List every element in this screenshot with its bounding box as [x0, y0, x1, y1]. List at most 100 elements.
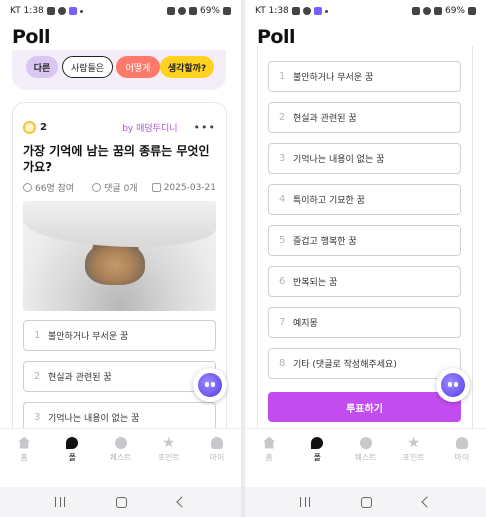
poll-option[interactable]: 2 현실과 관련된 꿈 [268, 102, 461, 133]
banner-chip: 사람들은 [62, 56, 113, 78]
option-label: 불안하거나 무서운 꿈 [48, 332, 129, 342]
author-name[interactable]: by 매덩두디니 [122, 121, 177, 134]
rank-number: 2 [40, 121, 47, 133]
quest-icon [359, 436, 372, 449]
participants-count: 66명 참여 [23, 181, 74, 194]
bottom-tab-bar: 홈 폴 퀘스트 포인트 마이 [245, 428, 486, 470]
option-label: 현실과 관련된 꿈 [48, 373, 112, 383]
bottom-tab-bar: 홈 폴 퀘스트 포인트 마이 [0, 428, 241, 470]
participants-label: 66명 참여 [35, 184, 75, 194]
point-icon [407, 436, 420, 448]
page-title: Poll [12, 26, 51, 48]
tab-home[interactable]: 홈 [245, 429, 293, 470]
poll-option[interactable]: 1 불안하거나 무서운 꿈 [23, 320, 216, 351]
tab-label: 마이 [454, 452, 470, 462]
tab-label: 포인트 [402, 452, 425, 462]
option-label: 기억나는 내용이 없는 꿈 [293, 155, 385, 165]
chatbot-button[interactable] [193, 368, 227, 402]
poll-option[interactable]: 4 특이하고 기묘한 꿈 [268, 184, 461, 215]
tab-my[interactable]: 마이 [193, 429, 241, 470]
recent-apps-icon[interactable] [55, 497, 66, 507]
comment-count[interactable]: 댓글 0개 [92, 181, 138, 194]
banner-chip: 다른 [26, 56, 58, 78]
battery-icon [468, 7, 476, 15]
tab-quest[interactable]: 퀘스트 [96, 429, 144, 470]
chatbot-icon [441, 373, 465, 397]
option-label: 기타 (댓글로 작성해주세요) [293, 360, 397, 370]
calendar-icon [151, 183, 161, 192]
system-nav-bar [245, 487, 486, 517]
my-icon [210, 436, 223, 449]
poll-detail-screen: KT 1:38 69% Poll 1 불안하거나 무서운 꿈 2 현실과 관련된… [245, 0, 486, 517]
system-nav-bar [0, 487, 241, 517]
poll-card-header: 2 by 매덩두디니 ••• [23, 120, 216, 134]
more-notifications-icon [79, 9, 83, 13]
tab-poll[interactable]: 폴 [293, 429, 341, 470]
more-options-icon[interactable]: ••• [194, 121, 216, 134]
poll-option[interactable]: 7 예지몽 [268, 307, 461, 338]
poll-image [23, 201, 216, 311]
back-icon[interactable] [175, 496, 188, 508]
chatbot-button[interactable] [436, 368, 470, 402]
gallery-icon [291, 7, 300, 15]
comment-label: 댓글 0개 [104, 184, 138, 194]
tab-label: 폴 [68, 452, 76, 462]
tab-point[interactable]: 포인트 [390, 429, 438, 470]
tab-my[interactable]: 마이 [438, 429, 486, 470]
mute-icon [411, 7, 420, 15]
back-icon[interactable] [420, 496, 433, 508]
poll-option[interactable]: 1 불안하거나 무서운 꿈 [268, 61, 461, 92]
promo-banner[interactable]: 다른 사람들은 어떻게 생각할까? [12, 50, 226, 90]
option-number: 1 [34, 330, 41, 341]
app-notification-icon [68, 7, 77, 15]
poll-date: 2025-03-21 [151, 182, 216, 193]
battery-level: 69% [444, 6, 465, 16]
option-label: 반복되는 꿈 [293, 278, 338, 288]
poll-option[interactable]: 6 반복되는 꿈 [268, 266, 461, 297]
poll-feed-screen: KT 1:38 69% Poll 다른 사람들은 어떻게 생각할까? 2 by … [0, 0, 241, 517]
option-number: 2 [34, 371, 41, 382]
tab-quest[interactable]: 퀘스트 [341, 429, 389, 470]
vote-button[interactable]: 투표하기 [268, 392, 461, 422]
quest-icon [114, 436, 127, 449]
page-title: Poll [257, 26, 296, 48]
poll-option[interactable]: 2 현실과 관련된 꿈 [23, 361, 216, 392]
signal-icon [188, 7, 197, 15]
option-number: 3 [34, 412, 41, 423]
option-number: 6 [279, 276, 286, 287]
wifi-icon [422, 7, 431, 15]
tab-point[interactable]: 포인트 [145, 429, 193, 470]
home-nav-icon[interactable] [115, 496, 127, 508]
option-label: 특이하고 기묘한 꿈 [293, 196, 365, 206]
banner-chip: 생각할까? [160, 56, 214, 78]
tab-label: 홈 [20, 452, 28, 462]
option-number: 1 [279, 71, 286, 82]
gallery-icon [46, 7, 55, 15]
blanket-fold [23, 201, 216, 247]
carrier-time: KT 1:38 [255, 6, 289, 16]
chat-icon [57, 7, 66, 15]
poll-icon [311, 436, 324, 449]
more-notifications-icon [324, 9, 328, 13]
status-bar: KT 1:38 69% [245, 0, 486, 22]
home-nav-icon[interactable] [360, 496, 372, 508]
comment-icon [92, 183, 102, 192]
option-label: 예지몽 [293, 319, 318, 329]
option-number: 4 [279, 194, 286, 205]
recent-apps-icon[interactable] [300, 497, 311, 507]
date-label: 2025-03-21 [163, 182, 216, 193]
home-icon [263, 436, 276, 449]
battery-level: 69% [199, 6, 220, 16]
carrier-time: KT 1:38 [10, 6, 44, 16]
option-number: 2 [279, 112, 286, 123]
option-number: 5 [279, 235, 286, 246]
tab-poll[interactable]: 폴 [48, 429, 96, 470]
tab-home[interactable]: 홈 [0, 429, 48, 470]
poll-option[interactable]: 8 기타 (댓글로 작성해주세요) [268, 348, 461, 379]
app-notification-icon [313, 7, 322, 15]
poll-option[interactable]: 3 기억나는 내용이 없는 꿈 [268, 143, 461, 174]
tab-label: 홈 [265, 452, 273, 462]
battery-icon [223, 7, 231, 15]
option-number: 7 [279, 317, 286, 328]
poll-option[interactable]: 5 즐겁고 행복한 꿈 [268, 225, 461, 256]
